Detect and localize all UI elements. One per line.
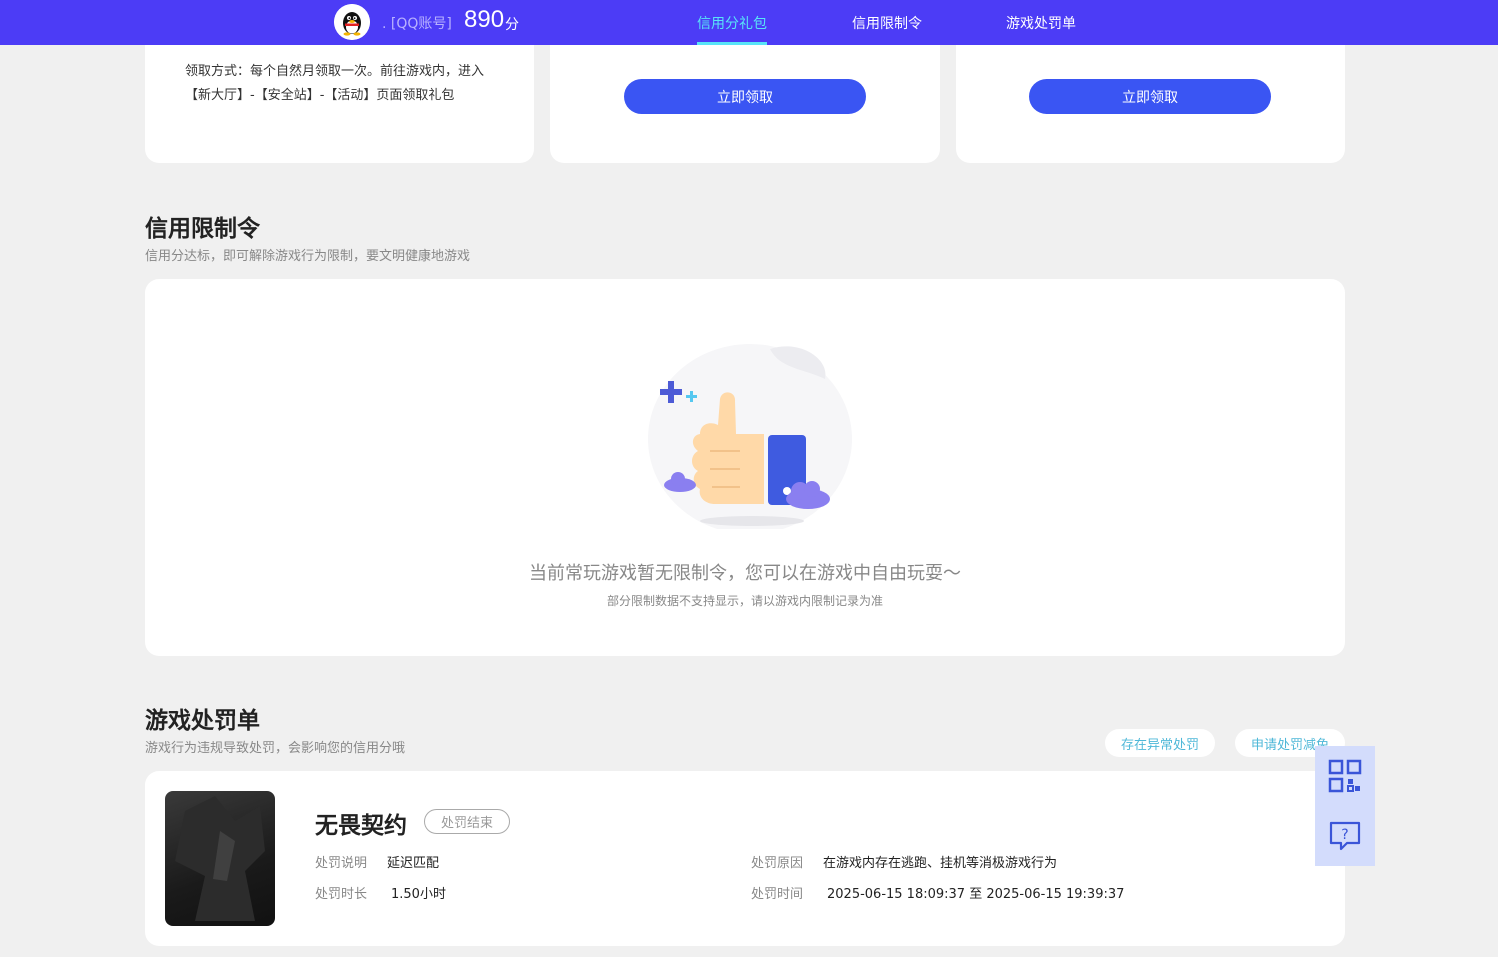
- account-label: . [QQ账号]: [382, 16, 452, 32]
- restriction-subtitle: 信用分达标，即可解除游戏行为限制，要文明健康地游戏: [145, 249, 471, 264]
- gift-card-3: 立即领取: [956, 30, 1345, 163]
- penalty-item-card: 无畏契约 处罚结束 处罚说明 延迟匹配 处罚时长 1.50小时 处罚原因 在游戏…: [145, 771, 1345, 946]
- gift-card-1: 领取方式：每个自然月领取一次。前往游戏内，进入【新大厅】-【安全站】-【活动】页…: [145, 30, 534, 163]
- tab-credit-gift[interactable]: 信用分礼包: [697, 13, 767, 33]
- penalty-reason-label: 处罚原因: [751, 856, 804, 871]
- qrcode-tool-button[interactable]: [1315, 746, 1375, 806]
- qrcode-icon: [1328, 759, 1362, 793]
- penalty-time-label: 处罚时间: [751, 887, 804, 902]
- penalty-subtitle: 游戏行为违规导致处罚，会影响您的信用分哦: [145, 741, 406, 756]
- penalty-desc-value: 延迟匹配: [387, 856, 440, 871]
- penalty-duration-value: 1.50小时: [391, 887, 446, 902]
- thumbs-up-illustration-icon: [648, 344, 852, 529]
- game-cover-image: [165, 791, 275, 926]
- gift-card-2: 立即领取: [550, 30, 940, 163]
- claim-button-1[interactable]: 立即领取: [624, 79, 866, 114]
- help-chat-icon: ?: [1329, 821, 1361, 851]
- active-tab-indicator: [697, 42, 767, 45]
- credit-score: 890: [464, 6, 505, 33]
- qq-penguin-icon: [334, 4, 370, 40]
- abnormal-penalty-button[interactable]: 存在异常处罚: [1105, 729, 1215, 757]
- claim-button-2[interactable]: 立即领取: [1029, 79, 1271, 114]
- qq-avatar[interactable]: [334, 4, 370, 40]
- svg-text:?: ?: [1341, 827, 1348, 843]
- top-nav-bar: . [QQ账号] 890 分 信用分礼包 信用限制令 游戏处罚单: [0, 0, 1498, 45]
- restriction-empty-card: 当前常玩游戏暂无限制令，您可以在游戏中自由玩耍～ 部分限制数据不支持显示，请以游…: [145, 279, 1345, 656]
- restriction-title: 信用限制令: [145, 216, 260, 242]
- gift-claim-instructions: 领取方式：每个自然月领取一次。前往游戏内，进入【新大厅】-【安全站】-【活动】页…: [185, 64, 485, 103]
- help-tool-button[interactable]: ?: [1315, 806, 1375, 866]
- penalty-reason-value: 在游戏内存在逃跑、挂机等消极游戏行为: [823, 856, 1058, 871]
- game-cover-art-icon: [175, 796, 265, 921]
- penalty-title: 游戏处罚单: [145, 708, 260, 734]
- penalty-desc-label: 处罚说明: [315, 856, 368, 871]
- penalty-time-value: 2025-06-15 18:09:37 至 2025-06-15 19:39:3…: [827, 887, 1125, 902]
- penalty-duration-label: 处罚时长: [315, 887, 368, 902]
- penalty-game-name: 无畏契约: [315, 813, 407, 839]
- penalty-status-badge: 处罚结束: [424, 809, 510, 834]
- credit-score-unit: 分: [505, 17, 519, 33]
- tab-game-penalty[interactable]: 游戏处罚单: [1006, 13, 1076, 33]
- tab-credit-restriction[interactable]: 信用限制令: [852, 13, 922, 33]
- restriction-empty-message: 当前常玩游戏暂无限制令，您可以在游戏中自由玩耍～: [529, 563, 961, 584]
- restriction-empty-note: 部分限制数据不支持显示，请以游戏内限制记录为准: [606, 594, 883, 608]
